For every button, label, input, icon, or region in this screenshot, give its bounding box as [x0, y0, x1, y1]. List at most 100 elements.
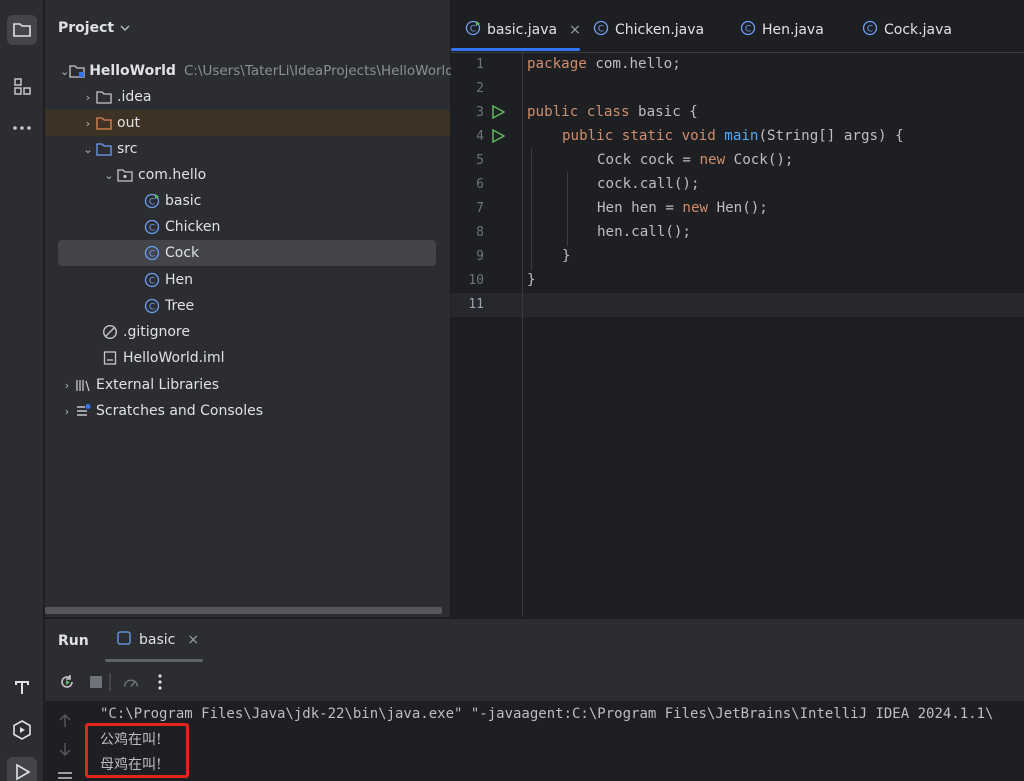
tab-hen-java[interactable]: C Hen.java	[740, 16, 824, 44]
run-tool-icon[interactable]	[7, 757, 37, 781]
more-options-icon[interactable]	[151, 673, 169, 691]
chevron-right-icon[interactable]: ›	[81, 91, 95, 104]
tree-item-hen[interactable]: C Hen	[45, 267, 450, 293]
tree-item-label: Scratches and Consoles	[96, 403, 263, 419]
tree-item-tree[interactable]: C Tree	[45, 293, 450, 319]
code-line[interactable]: cock.call();	[597, 176, 700, 192]
code-line[interactable]: package com.hello;	[527, 56, 681, 72]
arrow-up-icon[interactable]	[59, 714, 71, 728]
code-line[interactable]: hen.call();	[597, 224, 691, 240]
indent-guide	[531, 148, 532, 270]
tree-item-label: .idea	[117, 89, 152, 105]
tree-item-com-hello[interactable]: ⌄ com.hello	[45, 162, 450, 188]
tree-item-basic[interactable]: C basic	[45, 188, 450, 214]
tab-label: Hen.java	[762, 22, 824, 38]
code-line[interactable]: }	[527, 272, 536, 288]
horizontal-scrollbar[interactable]	[45, 607, 442, 614]
chevron-right-icon[interactable]: ›	[60, 405, 74, 418]
project-tool-icon[interactable]	[7, 15, 37, 45]
run-gutter-icon[interactable]	[491, 105, 505, 119]
arrow-down-icon[interactable]	[59, 742, 71, 756]
console-icon	[117, 631, 131, 649]
tree-item-label: basic	[165, 193, 202, 209]
runnable-class-icon: C	[465, 20, 481, 40]
source-folder-icon	[95, 140, 113, 158]
svg-text:C: C	[149, 198, 155, 208]
build-tool-icon[interactable]	[7, 672, 37, 702]
excluded-folder-icon	[95, 114, 113, 132]
tree-item-chicken[interactable]: C Chicken	[45, 214, 450, 240]
services-tool-icon[interactable]	[7, 715, 37, 745]
console-output[interactable]: "C:\Program Files\Java\jdk-22\bin\java.e…	[45, 701, 1024, 781]
line-number: 4	[476, 129, 484, 144]
code-line[interactable]: }	[562, 248, 571, 264]
chevron-right-icon[interactable]: ›	[81, 117, 95, 130]
editor-tabs: C basic.java × C Chicken.java C Hen.java…	[451, 0, 1024, 53]
project-panel-header[interactable]: Project	[58, 20, 130, 36]
tab-cock-java[interactable]: C Cock.java	[862, 16, 952, 44]
svg-text:C: C	[598, 25, 604, 35]
tree-item-gitignore[interactable]: .gitignore	[45, 319, 450, 345]
tree-item-label: src	[117, 141, 138, 157]
tree-item-external-libraries[interactable]: › External Libraries	[45, 372, 450, 398]
tree-item-label: Chicken	[165, 219, 221, 235]
tree-item-label: Hen	[165, 272, 194, 288]
chevron-down-icon[interactable]: ⌄	[81, 143, 95, 156]
class-icon: C	[143, 244, 161, 262]
tree-item-path: C:\Users\TaterLi\IdeaProjects\HelloWorld	[183, 63, 454, 79]
project-panel: Project ⌄ HelloWorld C:\Users\TaterLi\Id…	[45, 0, 454, 617]
close-icon[interactable]: ×	[569, 22, 581, 38]
svg-text:C: C	[745, 25, 751, 35]
tree-item-helloworld[interactable]: ⌄ HelloWorld C:\Users\TaterLi\IdeaProjec…	[45, 58, 454, 84]
line-number: 6	[476, 177, 484, 192]
active-tab-indicator	[451, 48, 580, 51]
svg-text:C: C	[149, 224, 155, 234]
more-tools-icon[interactable]	[7, 113, 37, 143]
class-icon: C	[143, 297, 161, 315]
tree-item-label: External Libraries	[96, 377, 219, 393]
tree-item-label: .gitignore	[123, 324, 190, 340]
run-gutter-icon[interactable]	[491, 129, 505, 143]
stop-icon[interactable]	[87, 673, 105, 691]
chevron-down-icon[interactable]: ⌄	[102, 169, 116, 182]
editor-panel: C basic.java × C Chicken.java C Hen.java…	[451, 0, 1024, 617]
svg-text:C: C	[470, 25, 476, 35]
tree-item-label: Tree	[165, 298, 195, 314]
tree-item-label: com.hello	[138, 167, 207, 183]
chevron-down-icon[interactable]: ⌄	[60, 65, 69, 78]
tree-item-out[interactable]: › out	[45, 110, 450, 136]
chevron-right-icon[interactable]: ›	[60, 379, 74, 392]
folder-icon	[95, 88, 113, 106]
tab-basic-java[interactable]: C basic.java ×	[465, 16, 581, 44]
rerun-icon[interactable]	[58, 673, 76, 691]
code-line[interactable]: public class basic {	[527, 104, 698, 120]
soft-wrap-icon[interactable]	[57, 771, 73, 781]
line-number: 5	[476, 153, 484, 168]
line-number: 11	[468, 297, 484, 312]
run-panel: Run basic × "C:\Program Files\Java\jdk-2…	[45, 618, 1024, 781]
tree-item-label: Cock	[165, 245, 200, 261]
tree-item-helloworld-iml[interactable]: HelloWorld.iml	[45, 345, 450, 371]
output-highlight-box	[85, 723, 189, 778]
tree-item-idea[interactable]: › .idea	[45, 84, 450, 110]
console-side-toolbar	[45, 701, 85, 781]
tab-chicken-java[interactable]: C Chicken.java	[593, 16, 704, 44]
tree-item-label: out	[117, 115, 140, 131]
code-line[interactable]: Cock cock = new Cock();	[597, 152, 793, 168]
structure-tool-icon[interactable]	[7, 71, 37, 101]
code-line[interactable]: Hen hen = new Hen();	[597, 200, 768, 216]
line-number: 10	[468, 273, 484, 288]
tab-label: Cock.java	[884, 22, 952, 38]
package-icon	[116, 166, 134, 184]
ignore-file-icon	[101, 323, 119, 341]
tree-item-src[interactable]: ⌄ src	[45, 136, 450, 162]
tree-item-scratches[interactable]: › Scratches and Consoles	[45, 398, 450, 424]
tree-item-cock[interactable]: C Cock	[58, 240, 436, 266]
tool-window-strip	[0, 0, 44, 781]
profiler-icon[interactable]	[122, 673, 140, 691]
current-line-highlight	[451, 293, 1024, 317]
code-line[interactable]: public static void main(String[] args) {	[562, 128, 904, 144]
close-icon[interactable]: ×	[187, 632, 199, 648]
run-tab-basic[interactable]: basic ×	[117, 631, 199, 649]
run-toolbar	[45, 663, 1024, 701]
